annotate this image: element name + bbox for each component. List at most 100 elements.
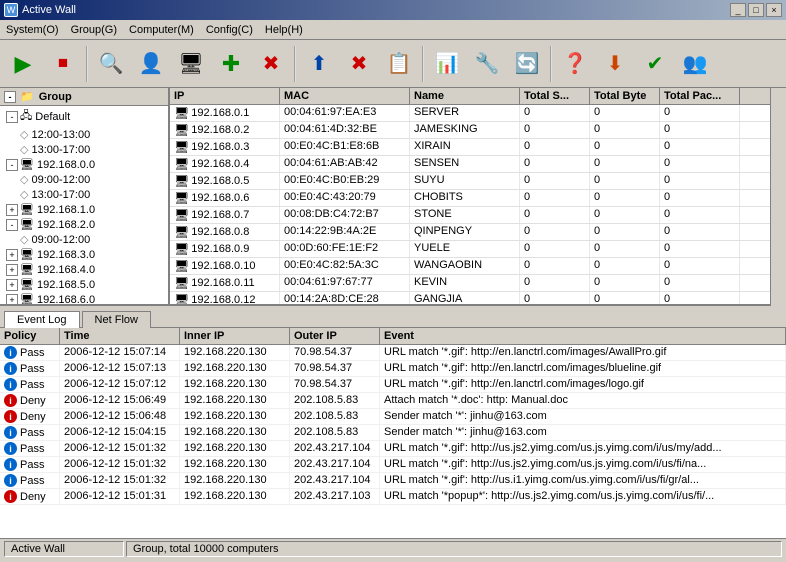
expand-ip6[interactable]: + (6, 279, 18, 291)
computer-row[interactable]: 🖥 192.168.0.9 00:0D:60:FE:1E:F2 YUELE 0 … (170, 241, 786, 258)
cell-mac: 00:E0:4C:B1:E8:6B (280, 139, 410, 155)
log-rows: i Pass 2006-12-12 15:07:14 192.168.220.1… (0, 345, 786, 505)
minimize-button[interactable]: _ (730, 3, 746, 17)
refresh-button[interactable]: 🔄 (508, 44, 546, 84)
toolbar: ▶ ⏹ 🔍 👤 🖥 ✚ ✖ ⬆ ✖ 📋 📊 🔧 🔄 (0, 40, 786, 88)
cell-ip: 192.168.0.2 (191, 124, 249, 136)
tree-row-time1[interactable]: ◇ 12:00-13:00 (0, 127, 168, 142)
log-row[interactable]: i Deny 2006-12-12 15:06:48 192.168.220.1… (0, 409, 786, 425)
log-row[interactable]: i Pass 2006-12-12 15:07:14 192.168.220.1… (0, 345, 786, 361)
computer-row[interactable]: 🖥 192.168.0.10 00:E0:4C:82:5A:3C WANGAOB… (170, 258, 786, 275)
log-cell-time: 2006-12-12 15:01:32 (60, 441, 180, 456)
tab-net-flow[interactable]: Net Flow (82, 311, 151, 328)
computer-row[interactable]: 🖥 192.168.0.4 00:04:61:AB:AB:42 SENSEN 0… (170, 156, 786, 173)
status-pane-1: Active Wall (4, 541, 124, 557)
title-bar-controls[interactable]: _ □ × (730, 3, 782, 17)
computer-row[interactable]: 🖥 192.168.0.7 00:08:DB:C4:72:B7 STONE 0 … (170, 207, 786, 224)
tree-row-time3[interactable]: ◇ 09:00-12:00 (0, 172, 168, 187)
computer-row[interactable]: 🖥 192.168.0.6 00:E0:4C:43:20:79 CHOBITS … (170, 190, 786, 207)
computer-row[interactable]: 🖥 192.168.0.5 00:E0:4C:B0:EB:29 SUYU 0 0… (170, 173, 786, 190)
computer-row[interactable]: 🖥 192.168.0.3 00:E0:4C:B1:E8:6B XIRAIN 0… (170, 139, 786, 156)
menu-help[interactable]: Help(H) (259, 22, 309, 38)
policy-report-button[interactable]: 📋 (380, 44, 418, 84)
main-split-area: - 📁 Group - 🖧 Default ◇ 12:00-13:00 ◇ 13… (0, 88, 786, 306)
chart-button[interactable]: 📊 (428, 44, 466, 84)
tab-event-log[interactable]: Event Log (4, 311, 80, 328)
maximize-button[interactable]: □ (748, 3, 764, 17)
log-cell-policy: i Deny (0, 393, 60, 408)
tree-row-ip2[interactable]: + 🖥 192.168.1.0 (0, 202, 168, 217)
menu-system[interactable]: System(O) (0, 22, 65, 38)
user-button[interactable]: 👤 (132, 44, 170, 84)
computer-row[interactable]: 🖥 192.168.0.1 00:04:61:97:EA:E3 SERVER 0… (170, 105, 786, 122)
policy-deny-button[interactable]: ✖ (340, 44, 378, 84)
log-row[interactable]: i Pass 2006-12-12 15:07:12 192.168.220.1… (0, 377, 786, 393)
col-ip: IP (170, 88, 280, 104)
expand-ip3[interactable]: - (6, 219, 18, 231)
tree-row-time5[interactable]: ◇ 09:00-12:00 (0, 232, 168, 247)
expand-default[interactable]: - (6, 111, 18, 123)
log-col-time: Time (60, 328, 180, 344)
computer-row[interactable]: 🖥 192.168.0.12 00:14:2A:8D:CE:28 GANGJIA… (170, 292, 786, 304)
policy-up-icon: ⬆ (305, 50, 333, 78)
tree-row-default[interactable]: - 🖧 Default (0, 106, 168, 127)
computer-button[interactable]: 🖥 (172, 44, 210, 84)
log-row[interactable]: i Pass 2006-12-12 15:01:32 192.168.220.1… (0, 441, 786, 457)
tree-row-ip4[interactable]: + 🖥 192.168.3.0 (0, 247, 168, 262)
tree-row-ip5[interactable]: + 🖥 192.168.4.0 (0, 262, 168, 277)
log-cell-outerip: 202.43.217.104 (290, 473, 380, 488)
log-cell-outerip: 70.98.54.37 (290, 377, 380, 392)
help-button[interactable]: ❓ (556, 44, 594, 84)
computer-row[interactable]: 🖥 192.168.0.11 00:04:61:97:67:77 KEVIN 0… (170, 275, 786, 292)
menu-group[interactable]: Group(G) (65, 22, 123, 38)
tree-row-time2[interactable]: ◇ 13:00-17:00 (0, 142, 168, 157)
tree-root-expand[interactable]: - (4, 91, 16, 103)
expand-ip1[interactable]: - (6, 159, 18, 171)
add-group-button[interactable]: ✚ (212, 44, 250, 84)
log-row[interactable]: i Deny 2006-12-12 15:06:49 192.168.220.1… (0, 393, 786, 409)
approve-button[interactable]: ✔ (636, 44, 674, 84)
cell-totalbyte: 0 (590, 156, 660, 172)
search-button[interactable]: 🔍 (92, 44, 130, 84)
expand-ip5[interactable]: + (6, 264, 18, 276)
cell-totalbyte: 0 (590, 173, 660, 189)
menu-computer[interactable]: Computer(M) (123, 22, 200, 38)
log-row[interactable]: i Pass 2006-12-12 15:01:32 192.168.220.1… (0, 457, 786, 473)
log-cell-event: URL match '*popup*': http://us.js2.yimg.… (380, 489, 786, 504)
window-title: Active Wall (22, 4, 76, 16)
close-button[interactable]: × (766, 3, 782, 17)
cell-ip: 192.168.0.10 (191, 260, 255, 272)
computer-scrollbar[interactable] (770, 88, 786, 304)
log-row[interactable]: i Pass 2006-12-12 15:01:32 192.168.220.1… (0, 473, 786, 489)
tree-label-ip4: 192.168.3.0 (37, 249, 95, 261)
cell-ip: 192.168.0.5 (191, 175, 249, 187)
menu-config[interactable]: Config(C) (200, 22, 259, 38)
log-row[interactable]: i Pass 2006-12-12 15:07:13 192.168.220.1… (0, 361, 786, 377)
cell-mac: 00:E0:4C:43:20:79 (280, 190, 410, 206)
computer-row[interactable]: 🖥 192.168.0.2 00:04:61:4D:32:BE JAMESKIN… (170, 122, 786, 139)
tree-label-ip6: 192.168.5.0 (37, 279, 95, 291)
cell-totalbyte: 0 (590, 292, 660, 304)
tree-row-ip7[interactable]: + 🖥 192.168.6.0 (0, 292, 168, 304)
expand-ip2[interactable]: + (6, 204, 18, 216)
cell-ip: 192.168.0.11 (191, 277, 254, 289)
tree-row-ip1[interactable]: - 🖥 192.168.0.0 (0, 157, 168, 172)
log-row[interactable]: i Deny 2006-12-12 15:01:31 192.168.220.1… (0, 489, 786, 505)
expand-ip4[interactable]: + (6, 249, 18, 261)
log-cell-outerip: 70.98.54.37 (290, 361, 380, 376)
expand-ip7[interactable]: + (6, 294, 18, 305)
policy-up-button[interactable]: ⬆ (300, 44, 338, 84)
cell-mac: 00:E0:4C:B0:EB:29 (280, 173, 410, 189)
tree-row-time4[interactable]: ◇ 13:00-17:00 (0, 187, 168, 202)
tree-row-ip3[interactable]: - 🖥 192.168.2.0 (0, 217, 168, 232)
cell-totalpac: 0 (660, 258, 740, 274)
tree-row-ip6[interactable]: + 🖥 192.168.5.0 (0, 277, 168, 292)
delete-button[interactable]: ✖ (252, 44, 290, 84)
users-button[interactable]: 👥 (676, 44, 714, 84)
log-row[interactable]: i Pass 2006-12-12 15:04:15 192.168.220.1… (0, 425, 786, 441)
computer-row[interactable]: 🖥 192.168.0.8 00:14:22:9B:4A:2E QINPENGY… (170, 224, 786, 241)
tools-button[interactable]: 🔧 (468, 44, 506, 84)
stop-button[interactable]: ⏹ (44, 44, 82, 84)
play-button[interactable]: ▶ (4, 44, 42, 84)
download-button[interactable]: ⬇ (596, 44, 634, 84)
